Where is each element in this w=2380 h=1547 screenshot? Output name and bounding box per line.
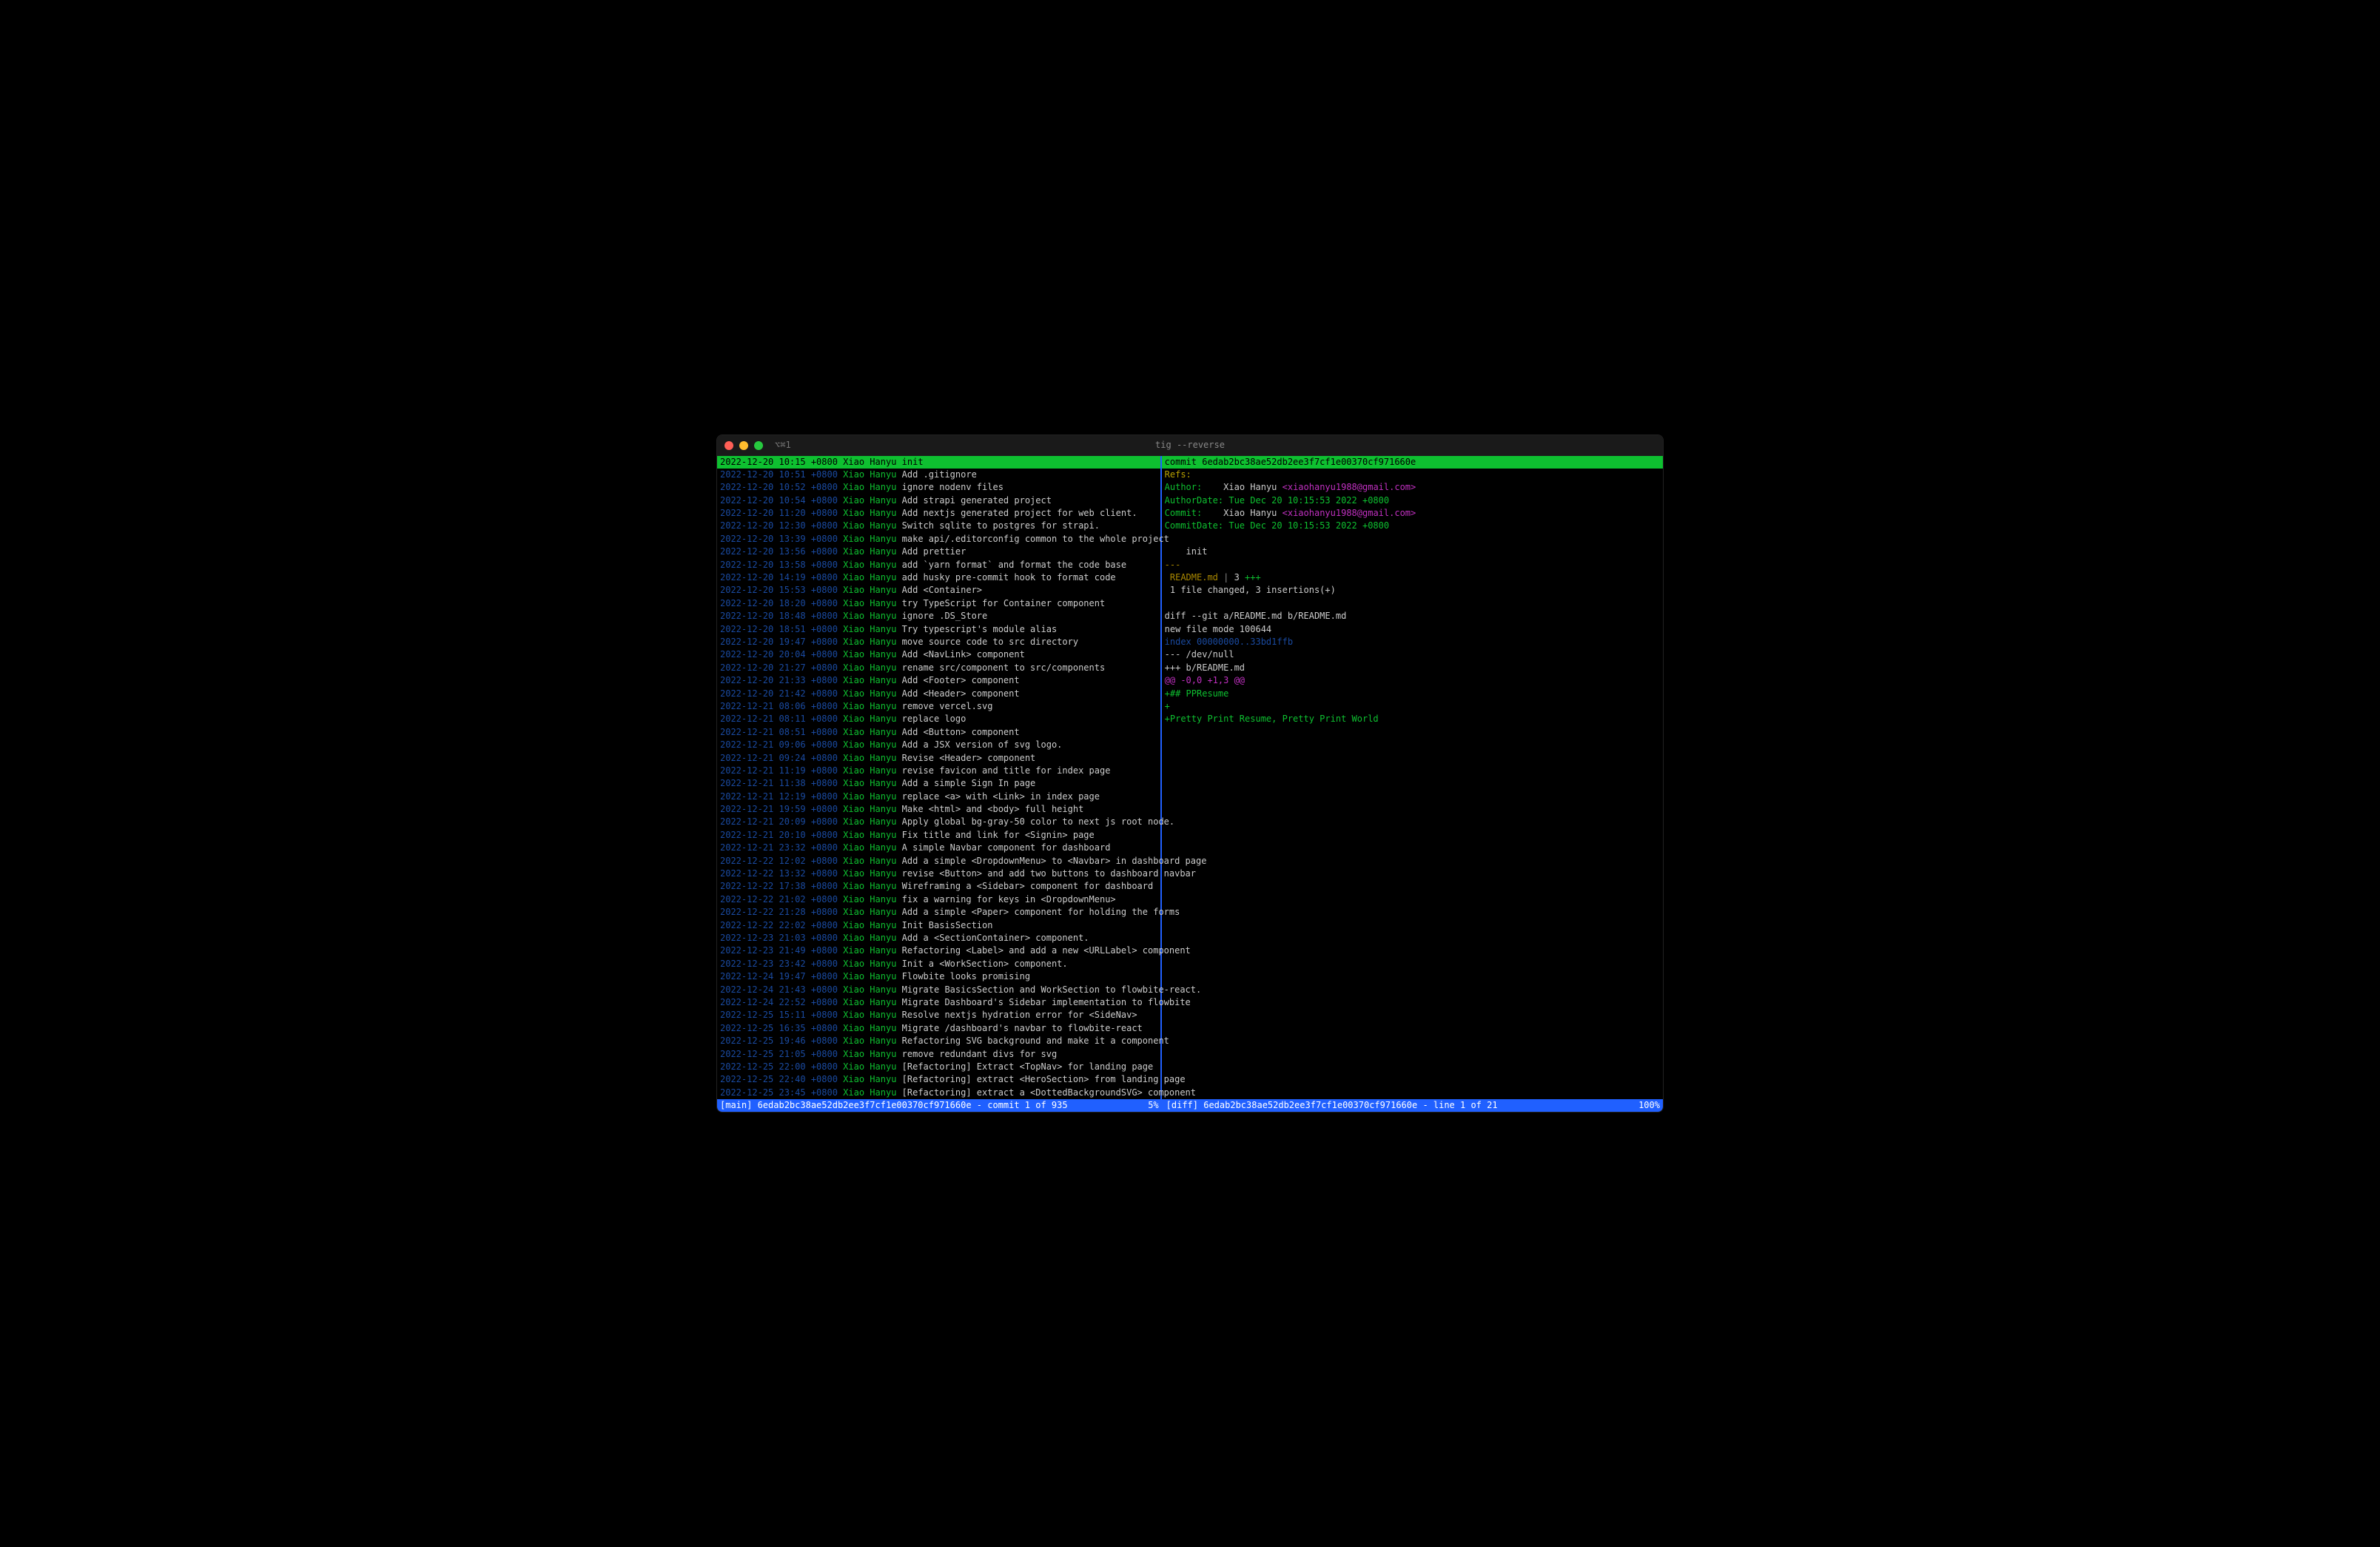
- commit-row[interactable]: 2022-12-24 22:52 +0800 Xiao Hanyu Migrat…: [717, 996, 1160, 1009]
- status-right: [diff] 6edab2bc38ae52db2ee3f7cf1e00370cf…: [1162, 1099, 1663, 1112]
- status-main-pct: 5%: [1148, 1099, 1158, 1112]
- commit-row[interactable]: 2022-12-22 17:38 +0800 Xiao Hanyu Wirefr…: [717, 880, 1160, 893]
- blank: [1162, 533, 1663, 546]
- filestat: README.md | 3 +++: [1162, 571, 1663, 584]
- commit-row[interactable]: 2022-12-20 18:48 +0800 Xiao Hanyu ignore…: [717, 610, 1160, 623]
- window-title: tig --reverse: [1155, 439, 1225, 452]
- commit-row[interactable]: 2022-12-25 21:05 +0800 Xiao Hanyu remove…: [717, 1048, 1160, 1061]
- subject-line: init: [1162, 546, 1663, 558]
- status-left: [main] 6edab2bc38ae52db2ee3f7cf1e00370cf…: [717, 1099, 1162, 1112]
- zoom-icon[interactable]: [754, 441, 763, 450]
- status-bar: [main] 6edab2bc38ae52db2ee3f7cf1e00370cf…: [717, 1099, 1663, 1112]
- refs-line: Refs:: [1162, 469, 1663, 481]
- add-line: +: [1162, 700, 1663, 713]
- commit-row[interactable]: 2022-12-23 23:42 +0800 Xiao Hanyu Init a…: [717, 958, 1160, 970]
- traffic-lights: [725, 441, 763, 450]
- commit-row[interactable]: 2022-12-21 09:24 +0800 Xiao Hanyu Revise…: [717, 752, 1160, 765]
- commit-row[interactable]: 2022-12-20 10:52 +0800 Xiao Hanyu ignore…: [717, 481, 1160, 494]
- summary-line: 1 file changed, 3 insertions(+): [1162, 584, 1663, 597]
- commit-row[interactable]: 2022-12-24 21:43 +0800 Xiao Hanyu Migrat…: [717, 984, 1160, 996]
- commit-row[interactable]: 2022-12-25 22:40 +0800 Xiao Hanyu [Refac…: [717, 1073, 1160, 1086]
- commit-row[interactable]: 2022-12-20 19:47 +0800 Xiao Hanyu move s…: [717, 636, 1160, 648]
- dashes: ---: [1162, 559, 1663, 571]
- commit-row[interactable]: 2022-12-22 21:28 +0800 Xiao Hanyu Add a …: [717, 906, 1160, 919]
- commit-row[interactable]: 2022-12-22 13:32 +0800 Xiao Hanyu revise…: [717, 868, 1160, 880]
- authordate-line: AuthorDate: Tue Dec 20 10:15:53 2022 +08…: [1162, 494, 1663, 507]
- commit-row[interactable]: 2022-12-20 12:30 +0800 Xiao Hanyu Switch…: [717, 520, 1160, 532]
- status-diff-pct: 100%: [1638, 1099, 1660, 1112]
- commit-row[interactable]: 2022-12-20 14:19 +0800 Xiao Hanyu add hu…: [717, 571, 1160, 584]
- index-line: index 00000000..33bd1ffb: [1162, 636, 1663, 648]
- close-icon[interactable]: [725, 441, 733, 450]
- commit-row[interactable]: 2022-12-20 18:51 +0800 Xiao Hanyu Try ty…: [717, 623, 1160, 636]
- commit-row[interactable]: 2022-12-22 22:02 +0800 Xiao Hanyu Init B…: [717, 919, 1160, 932]
- commit-row[interactable]: 2022-12-23 21:49 +0800 Xiao Hanyu Refact…: [717, 944, 1160, 957]
- commit-line: Commit: Xiao Hanyu <xiaohanyu1988@gmail.…: [1162, 507, 1663, 520]
- commit-row[interactable]: 2022-12-21 09:06 +0800 Xiao Hanyu Add a …: [717, 739, 1160, 751]
- commit-row[interactable]: 2022-12-21 19:59 +0800 Xiao Hanyu Make <…: [717, 803, 1160, 816]
- commit-row[interactable]: 2022-12-23 21:03 +0800 Xiao Hanyu Add a …: [717, 932, 1160, 944]
- commit-row[interactable]: 2022-12-20 11:20 +0800 Xiao Hanyu Add ne…: [717, 507, 1160, 520]
- commit-row[interactable]: 2022-12-20 10:15 +0800 Xiao Hanyu init: [717, 456, 1160, 469]
- commit-header: commit 6edab2bc38ae52db2ee3f7cf1e00370cf…: [1162, 456, 1663, 469]
- commit-row[interactable]: 2022-12-21 23:32 +0800 Xiao Hanyu A simp…: [717, 842, 1160, 854]
- content-area: 2022-12-20 10:15 +0800 Xiao Hanyu init20…: [717, 456, 1663, 1100]
- commit-row[interactable]: 2022-12-20 21:42 +0800 Xiao Hanyu Add <H…: [717, 688, 1160, 700]
- commit-row[interactable]: 2022-12-20 15:53 +0800 Xiao Hanyu Add <C…: [717, 584, 1160, 597]
- blank2: [1162, 597, 1663, 610]
- commit-list[interactable]: 2022-12-20 10:15 +0800 Xiao Hanyu init20…: [717, 456, 1162, 1100]
- commit-row[interactable]: 2022-12-20 18:20 +0800 Xiao Hanyu try Ty…: [717, 597, 1160, 610]
- add-line: +Pretty Print Resume, Pretty Print World: [1162, 713, 1663, 725]
- commit-row[interactable]: 2022-12-21 20:09 +0800 Xiao Hanyu Apply …: [717, 816, 1160, 828]
- commit-row[interactable]: 2022-12-21 20:10 +0800 Xiao Hanyu Fix ti…: [717, 829, 1160, 842]
- diff-cmd: diff --git a/README.md b/README.md: [1162, 610, 1663, 623]
- terminal-window: ⌥⌘1 tig --reverse 2022-12-20 10:15 +0800…: [716, 434, 1664, 1113]
- author-line: Author: Xiao Hanyu <xiaohanyu1988@gmail.…: [1162, 481, 1663, 494]
- commit-row[interactable]: 2022-12-20 13:56 +0800 Xiao Hanyu Add pr…: [717, 546, 1160, 558]
- commit-row[interactable]: 2022-12-20 21:27 +0800 Xiao Hanyu rename…: [717, 662, 1160, 674]
- tab-hint: ⌥⌘1: [775, 439, 791, 452]
- hunk-line: @@ -0,0 +1,3 @@: [1162, 674, 1663, 687]
- commit-row[interactable]: 2022-12-22 21:02 +0800 Xiao Hanyu fix a …: [717, 893, 1160, 906]
- newfile-line: new file mode 100644: [1162, 623, 1663, 636]
- commit-row[interactable]: 2022-12-20 10:54 +0800 Xiao Hanyu Add st…: [717, 494, 1160, 507]
- commit-row[interactable]: 2022-12-25 23:45 +0800 Xiao Hanyu [Refac…: [717, 1087, 1160, 1099]
- commit-row[interactable]: 2022-12-22 12:02 +0800 Xiao Hanyu Add a …: [717, 855, 1160, 868]
- commitdate-line: CommitDate: Tue Dec 20 10:15:53 2022 +08…: [1162, 520, 1663, 532]
- commit-row[interactable]: 2022-12-25 15:11 +0800 Xiao Hanyu Resolv…: [717, 1009, 1160, 1021]
- commit-row[interactable]: 2022-12-20 13:58 +0800 Xiao Hanyu add `y…: [717, 559, 1160, 571]
- commit-row[interactable]: 2022-12-21 08:06 +0800 Xiao Hanyu remove…: [717, 700, 1160, 713]
- commit-row[interactable]: 2022-12-21 11:19 +0800 Xiao Hanyu revise…: [717, 765, 1160, 777]
- commit-row[interactable]: 2022-12-24 19:47 +0800 Xiao Hanyu Flowbi…: [717, 970, 1160, 983]
- commit-row[interactable]: 2022-12-21 12:19 +0800 Xiao Hanyu replac…: [717, 791, 1160, 803]
- commit-row[interactable]: 2022-12-25 16:35 +0800 Xiao Hanyu Migrat…: [717, 1022, 1160, 1035]
- status-main-text: [main] 6edab2bc38ae52db2ee3f7cf1e00370cf…: [720, 1099, 1068, 1112]
- commit-row[interactable]: 2022-12-20 21:33 +0800 Xiao Hanyu Add <F…: [717, 674, 1160, 687]
- commit-row[interactable]: 2022-12-21 11:38 +0800 Xiao Hanyu Add a …: [717, 777, 1160, 790]
- commit-row[interactable]: 2022-12-21 08:11 +0800 Xiao Hanyu replac…: [717, 713, 1160, 725]
- minimize-icon[interactable]: [739, 441, 748, 450]
- commit-row[interactable]: 2022-12-25 19:46 +0800 Xiao Hanyu Refact…: [717, 1035, 1160, 1047]
- titlebar: ⌥⌘1 tig --reverse: [717, 435, 1663, 456]
- add-line: +## PPResume: [1162, 688, 1663, 700]
- commit-row[interactable]: 2022-12-20 13:39 +0800 Xiao Hanyu make a…: [717, 533, 1160, 546]
- commit-row[interactable]: 2022-12-21 08:51 +0800 Xiao Hanyu Add <B…: [717, 726, 1160, 739]
- commit-row[interactable]: 2022-12-20 10:51 +0800 Xiao Hanyu Add .g…: [717, 469, 1160, 481]
- plus-line: +++ b/README.md: [1162, 662, 1663, 674]
- commit-row[interactable]: 2022-12-20 20:04 +0800 Xiao Hanyu Add <N…: [717, 648, 1160, 661]
- diff-view[interactable]: commit 6edab2bc38ae52db2ee3f7cf1e00370cf…: [1162, 456, 1663, 1100]
- commit-row[interactable]: 2022-12-25 22:00 +0800 Xiao Hanyu [Refac…: [717, 1061, 1160, 1073]
- minus-line: --- /dev/null: [1162, 648, 1663, 661]
- status-diff-text: [diff] 6edab2bc38ae52db2ee3f7cf1e00370cf…: [1166, 1099, 1498, 1112]
